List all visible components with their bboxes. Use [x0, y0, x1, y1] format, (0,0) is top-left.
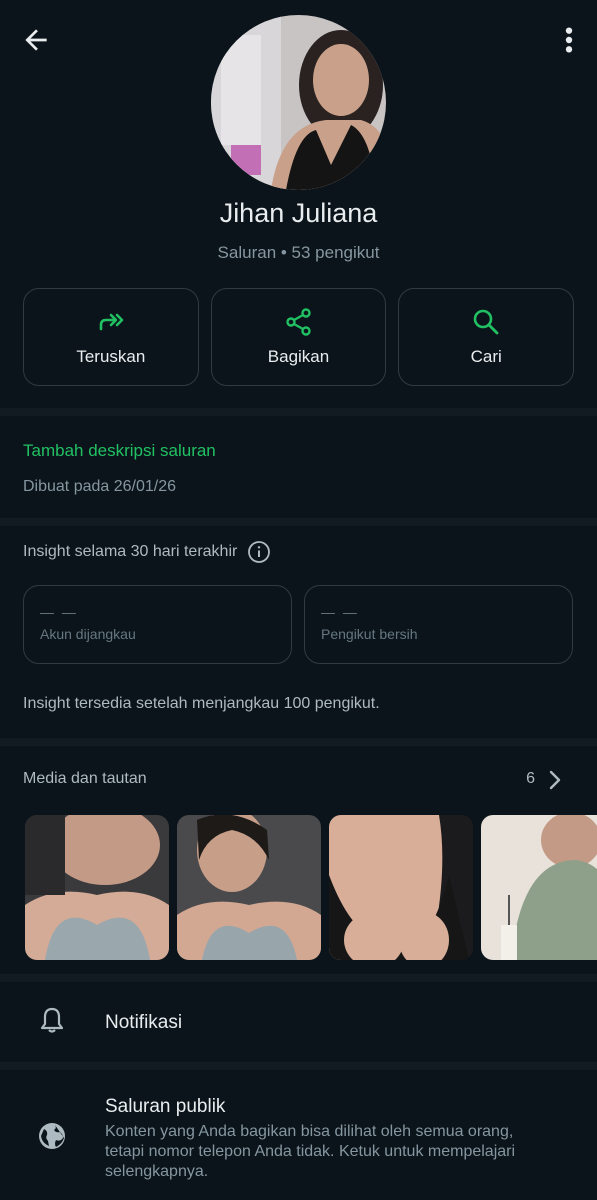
info-icon[interactable]: [247, 540, 271, 564]
public-channel-description: Konten yang Anda bagikan bisa dilihat ol…: [105, 1123, 516, 1180]
notifications-label: Notifikasi: [105, 1012, 183, 1033]
stat-label: Akun dijangkau: [40, 626, 136, 642]
add-description-link[interactable]: Tambah deskripsi saluran: [23, 441, 216, 461]
forward-icon: [99, 313, 124, 331]
back-arrow-icon[interactable]: [20, 24, 52, 56]
forward-label: Teruskan: [76, 347, 146, 366]
section-divider: [0, 1062, 597, 1070]
media-thumbnail[interactable]: [329, 815, 473, 960]
search-icon: [473, 309, 499, 335]
section-divider: [0, 974, 597, 982]
share-button[interactable]: Bagikan: [210, 288, 387, 386]
media-thumbnail[interactable]: [25, 815, 169, 960]
media-count[interactable]: 6: [526, 770, 535, 788]
stat-label: Pengikut bersih: [321, 626, 418, 642]
share-label: Bagikan: [267, 347, 330, 366]
created-date: Dibuat pada 26/01/26: [23, 478, 177, 495]
globe-icon: [39, 1123, 65, 1149]
bell-icon: [40, 1007, 64, 1033]
search-label: Cari: [470, 347, 502, 366]
notifications-row[interactable]: Notifikasi: [0, 984, 597, 1060]
search-button[interactable]: Cari: [398, 288, 575, 386]
channel-avatar[interactable]: [211, 15, 386, 190]
stat-value: — —: [321, 604, 359, 620]
media-title[interactable]: Media dan tautan: [23, 770, 147, 788]
media-thumbnail[interactable]: [177, 815, 321, 960]
section-divider: [0, 738, 597, 746]
insights-header: Insight selama 30 hari terakhir: [23, 540, 271, 564]
stat-card-reach: — — Akun dijangkau: [23, 585, 292, 664]
public-channel-title: Saluran publik: [105, 1096, 226, 1117]
chevron-right-icon[interactable]: [545, 768, 565, 792]
insights-note: Insight tersedia setelah menjangkau 100 …: [23, 695, 380, 712]
media-thumbnail[interactable]: [481, 815, 597, 960]
stat-card-net-followers: — — Pengikut bersih: [304, 585, 573, 664]
public-channel-row[interactable]: Saluran publik Konten yang Anda bagikan …: [0, 1072, 597, 1200]
more-options-icon[interactable]: [561, 24, 577, 56]
forward-button[interactable]: Teruskan: [23, 288, 199, 386]
channel-subtitle: Saluran • 53 pengikut: [217, 243, 380, 262]
channel-name: Jihan Juliana: [219, 198, 378, 228]
stat-value: — —: [40, 604, 78, 620]
action-buttons: Teruskan Bagikan Cari: [23, 288, 575, 386]
section-divider: [0, 518, 597, 526]
media-thumbnails: [25, 815, 597, 960]
share-icon: [285, 308, 311, 336]
insights-title: Insight selama 30 hari terakhir: [23, 543, 238, 560]
section-divider: [0, 408, 597, 416]
